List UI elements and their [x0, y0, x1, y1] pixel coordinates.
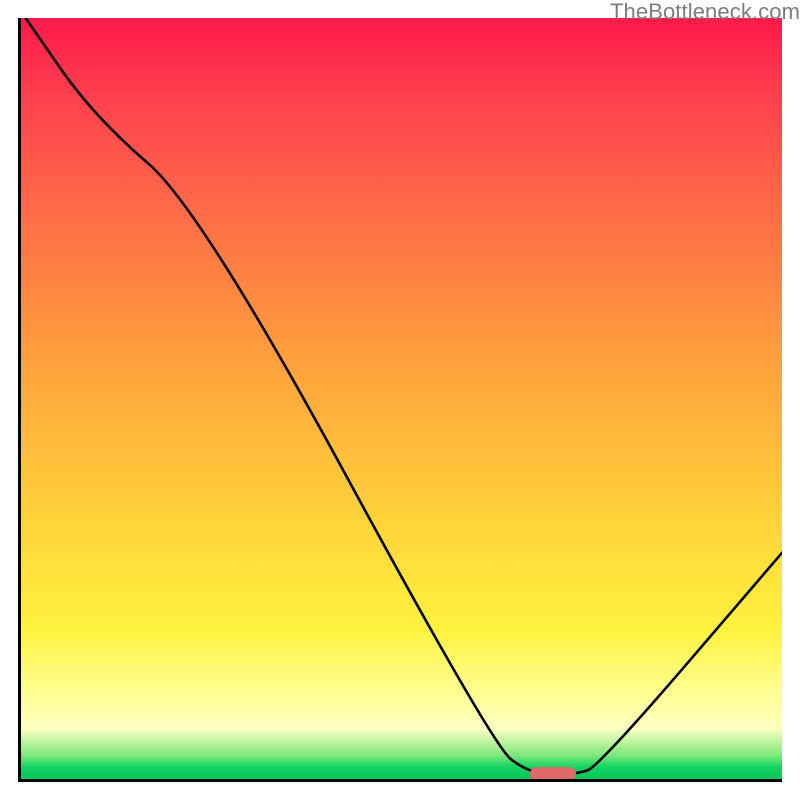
- axis-lines: [18, 18, 782, 782]
- chart-stage: TheBottleneck.com: [0, 0, 800, 800]
- watermark-label: TheBottleneck.com: [610, 0, 800, 25]
- plot-area: [18, 18, 782, 782]
